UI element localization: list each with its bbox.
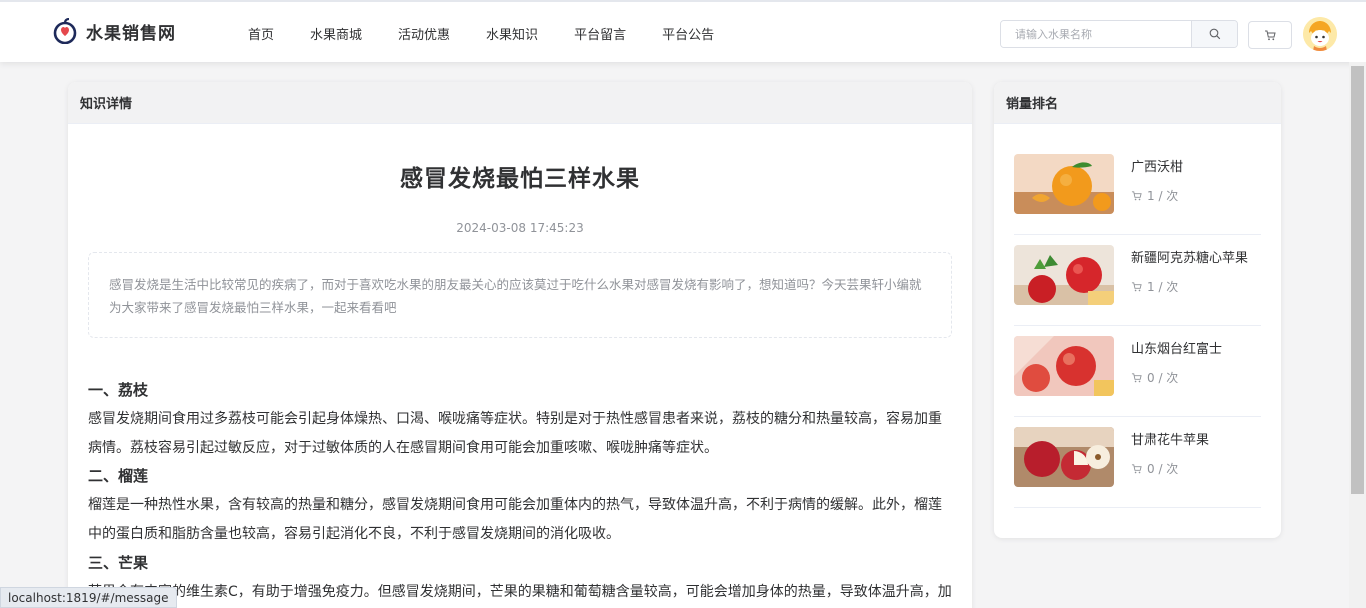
site-logo[interactable]: 水果销售网 xyxy=(52,18,176,44)
link-status-bar: localhost:1819/#/message xyxy=(0,587,177,608)
product-name[interactable]: 新疆阿克苏糖心苹果 xyxy=(1131,247,1248,266)
fruit-logo-icon xyxy=(53,18,77,44)
search-icon xyxy=(1209,28,1220,40)
article-summary: 感冒发烧是生活中比较常见的疾病了，而对于喜欢吃水果的朋友最关心的应该莫过于吃什么… xyxy=(88,252,952,338)
cart-button[interactable] xyxy=(1248,21,1292,49)
nav-fruit-knowledge[interactable]: 水果知识 xyxy=(486,24,538,43)
nav-promotions[interactable]: 活动优惠 xyxy=(398,24,450,43)
section-text: 榴莲是一种热性水果，含有较高的热量和糖分，感冒发烧期间食用可能会加重体内的热气，… xyxy=(88,497,942,543)
card-title: 知识详情 xyxy=(68,82,972,124)
article-content: 一、荔枝 感冒发烧期间食用过多荔枝可能会引起身体燥热、口渴、喉咙痛等症状。特别是… xyxy=(68,338,972,608)
sales-count: 1 / 次 xyxy=(1131,187,1183,204)
ranking-list: 广西沃柑 1 / 次 新疆阿克苏糖心苹果 1 / 次 山东烟台红富士 0 / 次… xyxy=(994,124,1281,508)
top-header: 水果销售网 首页 水果商城 活动优惠 水果知识 平台留言 平台公告 xyxy=(0,0,1366,62)
search-input[interactable] xyxy=(1001,21,1191,47)
page-scrollbar[interactable] xyxy=(1349,62,1366,608)
sales-count-text: 0 / 次 xyxy=(1147,462,1179,476)
nav-home[interactable]: 首页 xyxy=(248,24,274,43)
sales-count: 0 / 次 xyxy=(1131,460,1209,477)
nav-fruit-mall[interactable]: 水果商城 xyxy=(310,24,362,43)
cart-icon xyxy=(1131,464,1142,474)
article-title: 感冒发烧最怕三样水果 xyxy=(400,166,640,192)
ranking-item[interactable]: 山东烟台红富士 0 / 次 xyxy=(1014,326,1261,417)
product-name[interactable]: 甘肃花牛苹果 xyxy=(1131,429,1209,448)
product-image[interactable] xyxy=(1014,154,1114,214)
avatar[interactable] xyxy=(1303,17,1337,51)
cart-icon xyxy=(1265,30,1276,41)
sales-count-text: 1 / 次 xyxy=(1147,189,1179,203)
nav-announcements[interactable]: 平台公告 xyxy=(662,24,714,43)
orange-image-icon xyxy=(1014,154,1114,214)
cart-icon xyxy=(1131,282,1142,292)
section-heading: 三、芒果 xyxy=(88,553,149,572)
red-apple-image-icon xyxy=(1014,245,1114,305)
section-text: 芒果含有丰富的维生素C，有助于增强免疫力。但感冒发烧期间，芒果的果糖和葡萄糖含量… xyxy=(88,583,952,600)
sales-count: 0 / 次 xyxy=(1131,369,1222,386)
cut-apple-image-icon xyxy=(1014,427,1114,487)
product-name[interactable]: 山东烟台红富士 xyxy=(1131,338,1222,357)
ranking-item[interactable]: 甘肃花牛苹果 0 / 次 xyxy=(1014,417,1261,508)
ranking-item[interactable]: 新疆阿克苏糖心苹果 1 / 次 xyxy=(1014,235,1261,326)
user-avatar-icon xyxy=(1303,17,1337,51)
site-name: 水果销售网 xyxy=(86,23,176,44)
section-heading: 一、荔枝 xyxy=(88,381,149,399)
knowledge-detail-card: 知识详情 感冒发烧最怕三样水果 2024-03-08 17:45:23 感冒发烧… xyxy=(68,82,972,608)
ranking-item[interactable]: 广西沃柑 1 / 次 xyxy=(1014,144,1261,235)
sales-count: 1 / 次 xyxy=(1131,278,1248,295)
fuji-apple-image-icon xyxy=(1014,336,1114,396)
sales-count-text: 1 / 次 xyxy=(1147,280,1179,294)
cart-icon xyxy=(1131,373,1142,383)
product-image[interactable] xyxy=(1014,427,1114,487)
product-name[interactable]: 广西沃柑 xyxy=(1131,156,1183,175)
product-image[interactable] xyxy=(1014,336,1114,396)
section-heading: 二、榴莲 xyxy=(88,467,149,486)
scrollbar-thumb[interactable] xyxy=(1351,66,1364,494)
section-text: 感冒发烧期间食用过多荔枝可能会引起身体燥热、口渴、喉咙痛等症状。特别是对于热性感… xyxy=(88,411,942,456)
cart-icon xyxy=(1131,191,1142,201)
card-title: 销量排名 xyxy=(994,82,1281,124)
search-box xyxy=(1000,20,1238,48)
main-nav: 首页 水果商城 活动优惠 水果知识 平台留言 平台公告 xyxy=(230,2,732,64)
search-button[interactable] xyxy=(1191,21,1237,47)
article-date: 2024-03-08 17:45:23 xyxy=(456,221,584,235)
sales-ranking-card: 销量排名 广西沃柑 1 / 次 新疆阿克苏糖心苹果 1 / 次 山东烟台红富士 … xyxy=(994,82,1281,538)
nav-messages[interactable]: 平台留言 xyxy=(574,24,626,43)
sales-count-text: 0 / 次 xyxy=(1147,371,1179,385)
product-image[interactable] xyxy=(1014,245,1114,305)
